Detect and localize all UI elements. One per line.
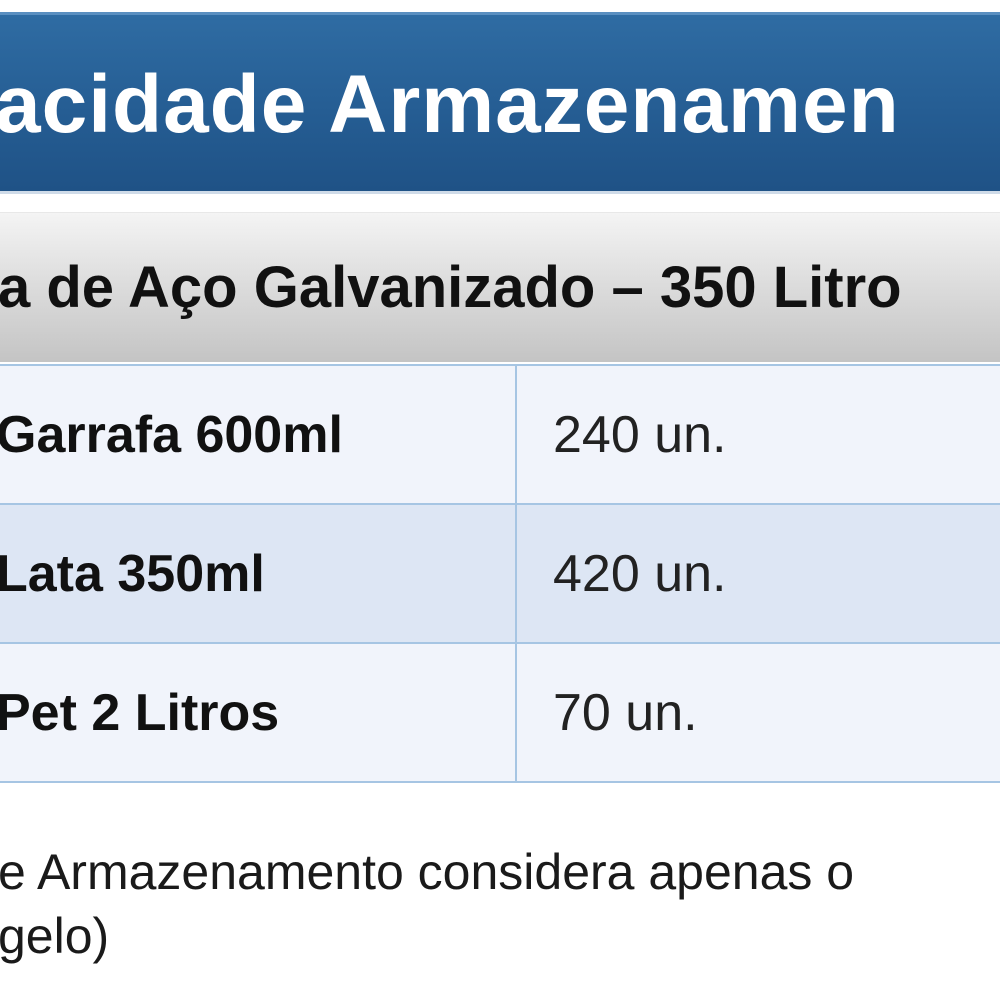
table-row: Garrafa 600ml 240 un.	[0, 364, 1000, 505]
page: acidade Armazenamen a de Aço Galvanizado…	[0, 0, 1000, 1000]
footnote-line: gelo)	[0, 908, 110, 964]
item-cell: Pet 2 Litros	[0, 642, 517, 783]
title-banner: acidade Armazenamen	[0, 12, 1000, 194]
item-name: Lata 350ml	[0, 544, 265, 603]
item-quantity: 70 un.	[553, 683, 698, 742]
quantity-cell: 240 un.	[516, 364, 1000, 505]
quantity-cell: 70 un.	[516, 642, 1000, 783]
page-title: acidade Armazenamen	[0, 59, 900, 150]
page-subtitle: a de Aço Galvanizado – 350 Litro	[0, 255, 902, 320]
footnote-line: e Armazenamento considera apenas o	[0, 844, 855, 900]
item-name: Pet 2 Litros	[0, 683, 280, 742]
item-quantity: 420 un.	[553, 544, 727, 603]
table-row: Pet 2 Litros 70 un.	[0, 642, 1000, 783]
subtitle-banner: a de Aço Galvanizado – 350 Litro	[0, 212, 1000, 362]
item-cell: Garrafa 600ml	[0, 364, 517, 505]
item-name: Garrafa 600ml	[0, 405, 343, 464]
table-row: Lata 350ml 420 un.	[0, 503, 1000, 644]
item-cell: Lata 350ml	[0, 503, 517, 644]
quantity-cell: 420 un.	[516, 503, 1000, 644]
capacity-table: Garrafa 600ml 240 un. Lata 350ml 420 un.…	[0, 364, 1000, 783]
item-quantity: 240 un.	[553, 405, 727, 464]
footnote: e Armazenamento considera apenas o gelo)	[0, 840, 1000, 968]
